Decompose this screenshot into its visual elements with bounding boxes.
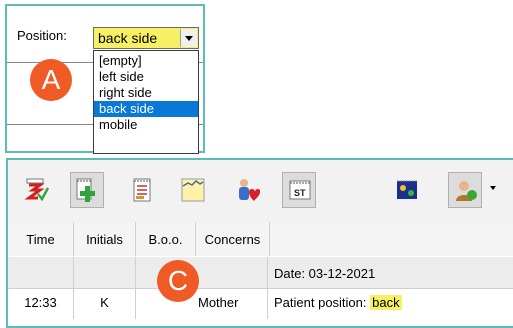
dropdown-option[interactable]: [empty] xyxy=(94,53,198,69)
dropdown-option-selected[interactable]: back side xyxy=(94,101,198,117)
column-header-time[interactable]: Time xyxy=(8,222,74,256)
st-label-icon[interactable]: ST xyxy=(282,172,316,208)
add-entry-icon[interactable] xyxy=(70,172,104,208)
callout-badge-a: A xyxy=(30,59,72,101)
dropdown-option[interactable]: mobile xyxy=(94,117,198,133)
notes-icon[interactable] xyxy=(126,172,160,208)
records-icon[interactable] xyxy=(390,172,424,208)
note-prefix: Patient position: xyxy=(274,295,371,310)
column-header-boo[interactable]: B.o.o. xyxy=(136,222,196,256)
dropdown-option[interactable]: right side xyxy=(94,85,198,101)
column-header-concerns[interactable]: Concerns xyxy=(196,222,270,256)
chevron-down-icon[interactable] xyxy=(180,29,197,47)
position-panel: Position: back side [empty] left side ri… xyxy=(5,4,205,154)
form-check-icon[interactable] xyxy=(20,172,54,208)
column-header-initials[interactable]: Initials xyxy=(74,222,136,256)
position-dropdown-list: [empty] left side right side back side m… xyxy=(93,50,199,154)
chevron-down-icon[interactable] xyxy=(490,186,496,190)
table-cell xyxy=(136,257,268,288)
date-label: Date: 03-12-2021 xyxy=(274,266,376,281)
grid-header: Time Initials B.o.o. Concerns xyxy=(8,222,513,256)
dropdown-option[interactable]: left side xyxy=(94,69,198,85)
table-row[interactable]: 12:33 K Mother Patient position: back xyxy=(8,289,513,319)
note-value: back xyxy=(370,295,402,310)
position-select-value: back side xyxy=(98,30,158,46)
users-icon[interactable] xyxy=(448,172,482,208)
cell-initials: K xyxy=(74,289,136,319)
cell-time: 12:33 xyxy=(8,289,74,319)
position-label: Position: xyxy=(17,28,67,43)
st-label-text: ST xyxy=(294,188,306,198)
toolbar: ST xyxy=(8,160,513,223)
cell-note: Patient position: back xyxy=(268,289,513,319)
date-row[interactable]: Date: 03-12-2021 xyxy=(8,257,513,289)
patient-heart-icon[interactable] xyxy=(230,172,264,208)
care-log-panel: ST Time Initials B.o.o. Concerns Date: 0… xyxy=(6,158,513,328)
table-cell xyxy=(74,257,136,288)
position-select[interactable]: back side xyxy=(93,27,199,49)
table-cell xyxy=(8,257,74,288)
callout-badge-c: C xyxy=(157,260,199,302)
cell-boo: Mother xyxy=(136,289,268,319)
chart-icon[interactable] xyxy=(176,172,210,208)
